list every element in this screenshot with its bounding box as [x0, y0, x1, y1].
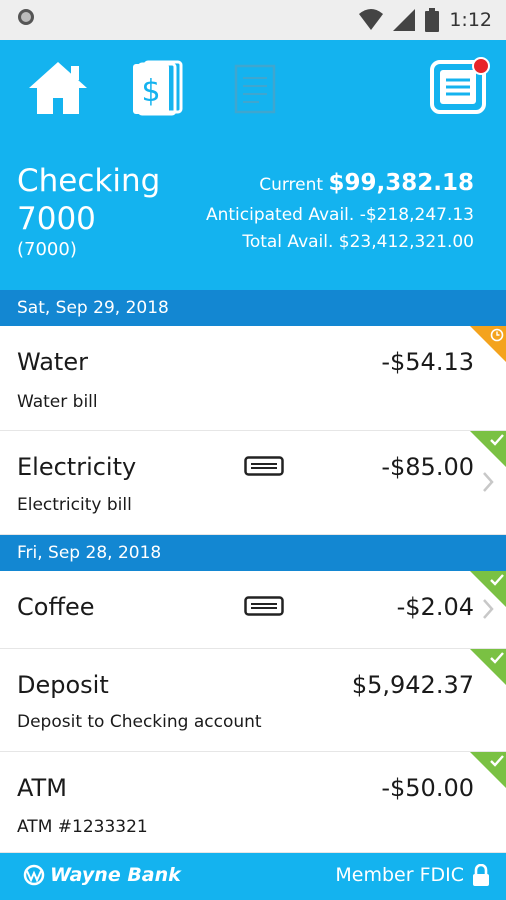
transaction-name: ATM [17, 774, 67, 802]
notification-badge [472, 57, 490, 75]
wayne-bank-logo-icon [23, 864, 45, 886]
current-label: Current [259, 175, 324, 195]
transaction-description: Water bill [17, 392, 98, 412]
transaction-row[interactable]: Electricity Electricity bill -$85.00 [0, 431, 506, 535]
transaction-name: Coffee [17, 593, 95, 621]
transaction-amount: -$50.00 [381, 774, 474, 802]
fdic-text: Member FDIC [335, 864, 464, 886]
battery-icon [425, 8, 440, 32]
transaction-row[interactable]: ATM ATM #1233321 -$50.00 [0, 752, 506, 853]
transaction-amount: -$85.00 [381, 453, 474, 481]
home-icon[interactable] [27, 60, 89, 120]
transaction-amount: -$54.13 [381, 348, 474, 376]
current-balance: Current $99,382.18 [259, 170, 474, 196]
transaction-row[interactable]: Coffee -$2.04 [0, 571, 506, 649]
brand-name: Wayne Bank [50, 864, 181, 886]
date-header: Sat, Sep 29, 2018 [0, 290, 506, 326]
lock-icon [473, 864, 489, 886]
notification-dot-icon [18, 9, 34, 25]
card-icon [244, 596, 284, 620]
transaction-name: Deposit [17, 671, 109, 699]
status-right: 1:12 [359, 8, 492, 32]
total-balance: Total Avail. $23,412,321.00 [242, 232, 474, 252]
current-value: $99,382.18 [328, 170, 474, 196]
signal-icon [393, 9, 416, 31]
cleared-check-icon [470, 431, 506, 467]
cleared-check-icon [470, 571, 506, 607]
member-fdic: Member FDIC [335, 864, 490, 886]
brand-logo: Wayne Bank [22, 864, 181, 886]
cleared-check-icon [470, 649, 506, 685]
transaction-name: Water [17, 348, 88, 376]
transaction-name: Electricity [17, 453, 137, 481]
account-number: (7000) [17, 239, 77, 260]
chevron-right-icon [483, 472, 494, 492]
cleared-check-icon [470, 752, 506, 788]
status-bar: 1:12 [0, 0, 506, 40]
transaction-row[interactable]: Deposit Deposit to Checking account $5,9… [0, 649, 506, 752]
transaction-row[interactable]: Water Water bill -$54.13 [0, 326, 506, 431]
transaction-amount: $5,942.37 [351, 671, 474, 699]
anticipated-balance: Anticipated Avail. -$218,247.13 [205, 205, 474, 225]
status-time: 1:12 [449, 9, 492, 31]
menu-icon[interactable] [429, 56, 493, 120]
transaction-description: Electricity bill [17, 495, 132, 515]
account-name: Checking 7000 [17, 163, 161, 237]
svg-text:$: $ [141, 74, 160, 109]
card-icon [244, 456, 284, 480]
account-header: $ Checking 7000 (7000) Current $99,382.1… [0, 40, 506, 290]
wifi-icon [359, 9, 384, 30]
transaction-amount: -$2.04 [396, 593, 474, 621]
document-icon[interactable] [234, 64, 276, 118]
accounts-dollar-icon[interactable]: $ [131, 60, 183, 120]
transaction-description: Deposit to Checking account [17, 712, 262, 732]
date-header: Fri, Sep 28, 2018 [0, 535, 506, 571]
footer: Wayne Bank Member FDIC [0, 853, 506, 900]
transaction-description: ATM #1233321 [17, 817, 148, 837]
pending-clock-icon [470, 326, 506, 362]
